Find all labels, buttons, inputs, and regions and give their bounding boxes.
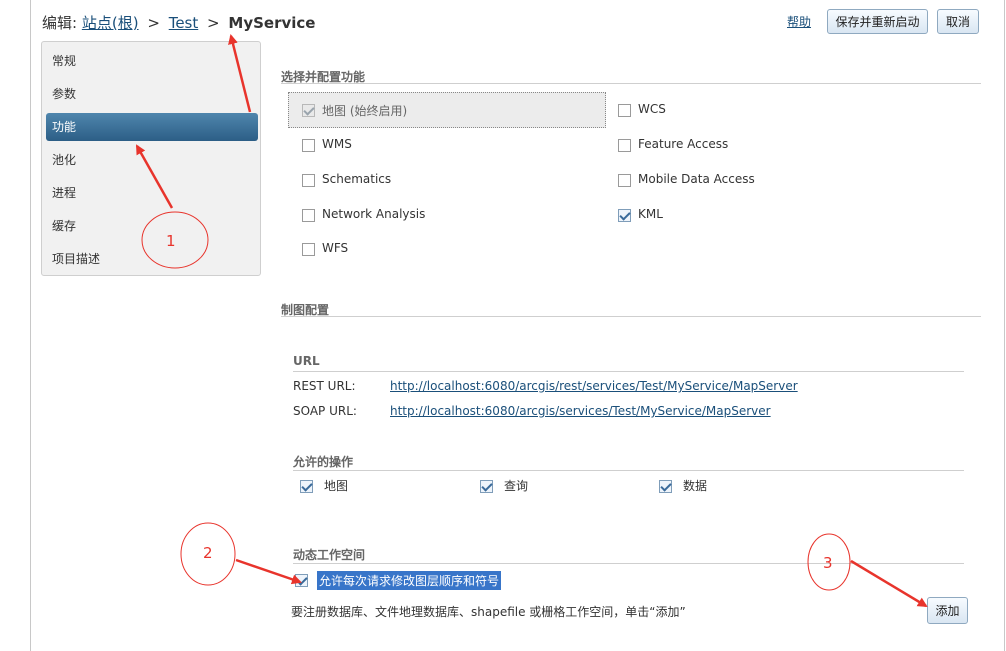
capability-kml-label[interactable]: KML [638,207,663,221]
soap-url-link[interactable]: http://localhost:6080/arcgis/services/Te… [390,404,771,418]
capability-network-analysis-checkbox[interactable] [302,209,315,222]
sidebar-item-parameters[interactable]: 参数 [46,80,258,108]
sidebar-item-pooling[interactable]: 池化 [46,146,258,174]
capability-map-label: 地图 (始终启用) [322,104,408,118]
help-link[interactable]: 帮助 [787,13,811,30]
sidebar-item-item-description[interactable]: 项目描述 [46,245,258,273]
sidebar-item-caching[interactable]: 缓存 [46,212,258,240]
soap-url-label: SOAP URL: [293,404,357,418]
capability-wms-label[interactable]: WMS [322,137,352,151]
capability-wcs-checkbox[interactable] [618,104,631,117]
sidebar-item-capabilities[interactable]: 功能 [46,113,258,141]
add-workspace-button[interactable]: 添加 [927,597,968,624]
allowed-operations-divider [293,470,964,471]
capability-network-analysis-label[interactable]: Network Analysis [322,207,425,221]
sidebar-nav: 常规 参数 功能 池化 进程 缓存 项目描述 [41,41,261,276]
dynamic-workspace-divider [293,563,964,564]
workspace-register-note: 要注册数据库、文件地理数据库、shapefile 或栅格工作空间，单击“添加” [291,605,686,619]
operation-query-checkbox[interactable] [480,480,493,493]
capability-wms-checkbox[interactable] [302,139,315,152]
capability-mobile-data-access-checkbox[interactable] [618,174,631,187]
capability-schematics-label[interactable]: Schematics [322,172,391,186]
operation-data-label[interactable]: 数据 [683,477,707,494]
breadcrumb-root-link[interactable]: 站点(根) [82,14,139,32]
rest-url-link[interactable]: http://localhost:6080/arcgis/rest/servic… [390,379,798,393]
operation-map-label[interactable]: 地图 [324,477,348,494]
capability-feature-access-label[interactable]: Feature Access [638,137,728,151]
capability-wfs-checkbox[interactable] [302,243,315,256]
breadcrumb-folder-link[interactable]: Test [169,14,199,32]
save-restart-button[interactable]: 保存并重新启动 [827,9,928,34]
breadcrumb-current: MyService [228,14,316,32]
operation-data-checkbox[interactable] [659,480,672,493]
dynamic-workspace-checkbox[interactable] [295,574,308,587]
capability-kml-checkbox[interactable] [618,209,631,222]
breadcrumb-prefix: 编辑: [42,14,78,32]
capability-feature-access-checkbox[interactable] [618,139,631,152]
sidebar-item-general[interactable]: 常规 [46,47,258,75]
breadcrumb-separator: > [207,14,220,32]
capabilities-divider [281,83,981,84]
capability-wfs-label[interactable]: WFS [322,241,348,255]
capability-wcs-label[interactable]: WCS [638,102,666,116]
dynamic-workspace-option-label[interactable]: 允许每次请求修改图层顺序和符号 [317,571,502,590]
rest-url-label: REST URL: [293,379,356,393]
capability-mobile-data-access-label[interactable]: Mobile Data Access [638,172,755,186]
sidebar-item-processes[interactable]: 进程 [46,179,258,207]
operation-query-label[interactable]: 查询 [504,477,528,494]
dynamic-workspace-title: 动态工作空间 [293,548,366,562]
mapping-config-divider [281,316,981,317]
url-section-title: URL [293,354,320,368]
operation-map-checkbox[interactable] [300,480,313,493]
cancel-button[interactable]: 取消 [937,9,979,34]
capability-map-checkbox [302,104,315,117]
allowed-operations-title: 允许的操作 [293,455,354,469]
capability-schematics-checkbox[interactable] [302,174,315,187]
url-divider [293,371,964,372]
breadcrumb-separator: > [147,14,160,32]
breadcrumb: 编辑: 站点(根) > Test > MyService [42,12,315,33]
